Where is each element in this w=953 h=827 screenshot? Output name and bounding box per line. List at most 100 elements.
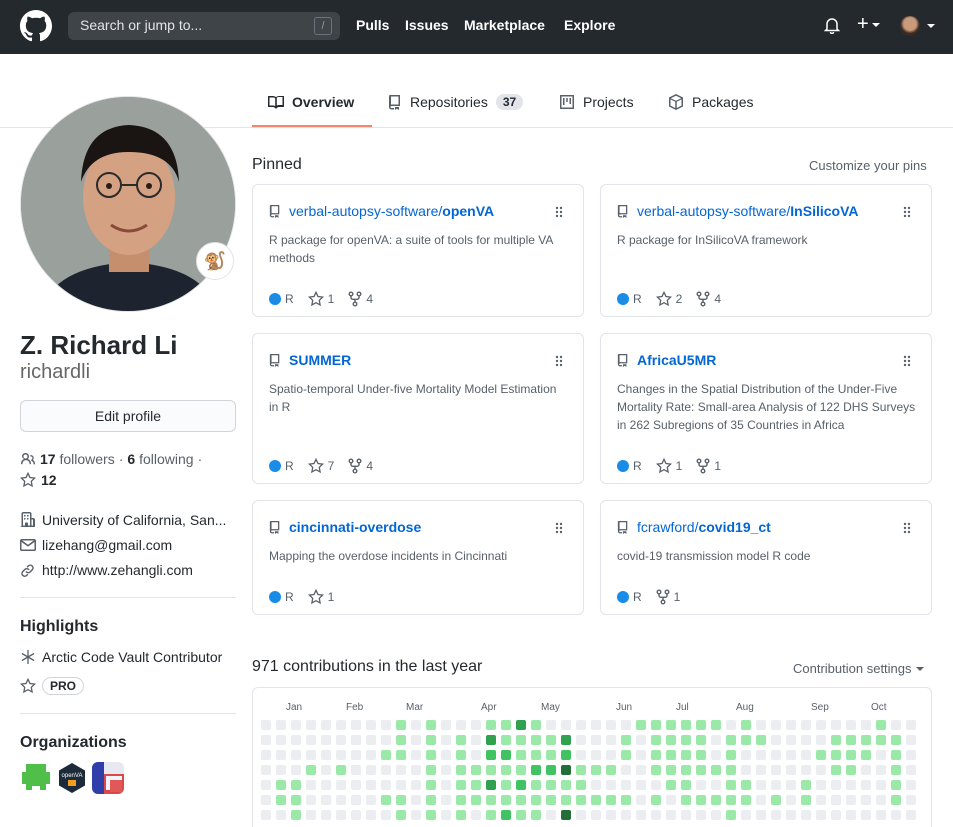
month-label: Oct <box>871 702 887 713</box>
drag-handle[interactable] <box>903 354 911 370</box>
repo-name: openVA <box>442 203 495 219</box>
org-avatar-blue-red[interactable] <box>92 762 124 794</box>
contribution-settings-dropdown[interactable]: Contribution settings <box>793 661 924 676</box>
pinned-repo-link[interactable]: verbal-autopsy-software/InSilicoVA <box>617 203 859 219</box>
arctic-vault-label: Arctic Code Vault Contributor <box>42 649 223 665</box>
highlights-heading: Highlights <box>20 618 99 635</box>
website-text: http://www.zehangli.com <box>42 562 193 578</box>
openva-logo-icon: openVA <box>56 762 88 794</box>
profile-avatar[interactable] <box>20 96 236 312</box>
repo-meta: R1 <box>269 589 334 605</box>
nav-marketplace[interactable]: Marketplace <box>464 17 545 33</box>
repo-owner: verbal-autopsy-software/ <box>289 203 443 219</box>
pinned-repo-link[interactable]: AfricaU5MR <box>617 352 716 368</box>
drag-handle[interactable] <box>555 521 563 537</box>
repo-language: R <box>617 459 642 473</box>
language-label: R <box>633 292 642 306</box>
repo-icon <box>617 205 628 218</box>
profile-email[interactable]: lizehang@gmail.com <box>20 537 172 553</box>
search-input[interactable]: Search or jump to... / <box>68 12 340 40</box>
tab-packages[interactable]: Packages <box>668 94 753 110</box>
repo-stars-link[interactable]: 2 <box>655 291 682 307</box>
highlight-arctic-vault[interactable]: Arctic Code Vault Contributor <box>20 649 222 665</box>
pinned-repo-link[interactable]: fcrawford/covid19_ct <box>617 519 771 535</box>
plus-icon: + <box>857 13 869 35</box>
repo-meta: R 1 4 <box>269 291 373 307</box>
forks-count: 1 <box>714 459 722 473</box>
repo-name: AfricaU5MR <box>637 352 717 368</box>
github-logo-icon[interactable] <box>20 10 52 42</box>
profile-fullname: Z. Richard Li <box>20 330 178 360</box>
tab-overview[interactable]: Overview <box>268 94 354 110</box>
tab-repositories[interactable]: Repositories 37 <box>388 94 524 110</box>
nav-issues[interactable]: Issues <box>405 17 449 33</box>
search-placeholder: Search or jump to... <box>80 17 203 33</box>
pinned-repo-card: verbal-autopsy-software/InSilicoVA R pack… <box>600 184 932 317</box>
repo-meta: R 2 4 <box>617 291 721 307</box>
nav-pulls[interactable]: Pulls <box>356 17 389 33</box>
repo-meta: R 1 1 <box>617 458 721 474</box>
create-new-menu[interactable]: + <box>857 14 880 34</box>
repo-owner: fcrawford/ <box>637 519 699 535</box>
month-label: Jun <box>616 702 633 713</box>
drag-handle[interactable] <box>555 354 563 370</box>
star-icon <box>307 458 324 474</box>
forks-count: 4 <box>366 292 374 306</box>
following-link[interactable]: 6 following <box>127 451 193 467</box>
language-label: R <box>285 590 294 604</box>
user-menu-avatar[interactable] <box>900 16 920 36</box>
pinned-repo-link[interactable]: SUMMER <box>269 352 351 368</box>
grabber-icon <box>903 206 911 218</box>
repo-forks-link[interactable]: 4 <box>348 291 373 307</box>
org-avatar-green-pixel[interactable] <box>20 762 52 794</box>
star-icon <box>655 291 672 307</box>
pinned-repo-link[interactable]: verbal-autopsy-software/openVA <box>269 203 494 219</box>
chevron-down-icon <box>927 24 935 28</box>
bell-icon[interactable] <box>824 16 840 34</box>
repo-forks-link[interactable]: 1 <box>656 589 680 605</box>
repo-name: InSilicoVA <box>790 203 859 219</box>
pinned-repo-link[interactable]: cincinnati-overdose <box>269 519 421 535</box>
stars-count: 12 <box>41 472 57 488</box>
repo-language: R <box>269 590 294 604</box>
forks-count: 4 <box>714 292 722 306</box>
drag-handle[interactable] <box>903 521 911 537</box>
stars-link[interactable]: 12 <box>20 472 57 488</box>
follow-stats: 17 followers · 6 following · <box>20 451 202 467</box>
edit-profile-button[interactable]: Edit profile <box>20 400 236 432</box>
repo-name: cincinnati-overdose <box>289 519 422 535</box>
avatar-photo <box>21 97 235 311</box>
package-icon <box>669 94 683 110</box>
drag-handle[interactable] <box>555 205 563 221</box>
language-color-dot <box>617 460 629 472</box>
repo-forks-link[interactable]: 4 <box>348 458 373 474</box>
forks-count: 4 <box>366 459 374 473</box>
repo-stars-link[interactable]: 1 <box>307 589 334 605</box>
followers-link[interactable]: 17 followers <box>40 451 115 467</box>
repo-stars-link[interactable]: 1 <box>307 291 334 307</box>
blue-red-logo-icon <box>92 762 124 794</box>
month-label: Feb <box>346 702 364 713</box>
repo-forks-link[interactable]: 1 <box>696 458 721 474</box>
repo-stars-link[interactable]: 7 <box>307 458 334 474</box>
profile-website[interactable]: http://www.zehangli.com <box>20 562 193 578</box>
repo-description: R package for InSilicoVA framework <box>617 233 808 247</box>
drag-handle[interactable] <box>903 205 911 221</box>
grabber-icon <box>555 522 563 534</box>
snowflake-icon <box>21 650 35 664</box>
tab-projects[interactable]: Projects <box>559 94 634 110</box>
language-label: R <box>285 459 294 473</box>
repo-stars-link[interactable]: 1 <box>655 458 682 474</box>
month-label: Jan <box>286 702 303 713</box>
org-avatar-openva[interactable]: openVA <box>56 762 88 794</box>
star-icon <box>20 678 36 694</box>
sidebar-divider <box>20 597 236 598</box>
status-emoji-button[interactable]: 🐒 <box>196 242 234 280</box>
repo-icon <box>389 95 400 110</box>
repo-forks-link[interactable]: 4 <box>696 291 721 307</box>
nav-explore[interactable]: Explore <box>564 17 615 33</box>
repo-icon <box>617 521 628 534</box>
repo-description: Mapping the overdose incidents in Cincin… <box>269 549 508 563</box>
chevron-down-icon <box>871 22 880 27</box>
customize-pins-link[interactable]: Customize your pins <box>809 158 927 173</box>
